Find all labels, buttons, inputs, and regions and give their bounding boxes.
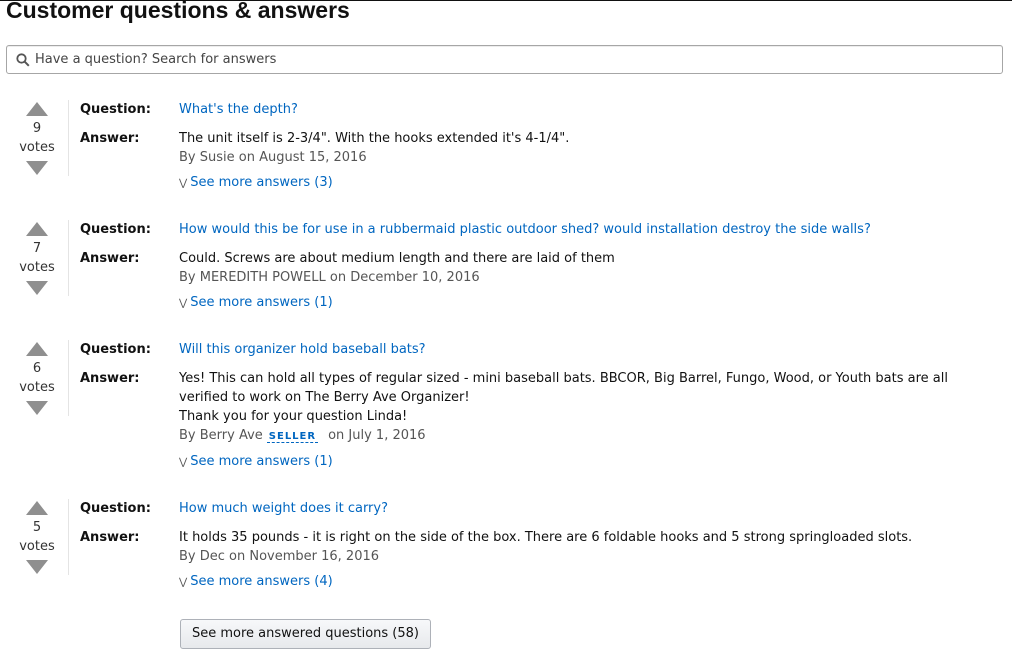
question-label: Question: — [80, 102, 151, 117]
question-link[interactable]: How much weight does it carry? — [179, 501, 388, 516]
downvote-triangle-icon[interactable] — [26, 281, 48, 295]
answer-byline: By Berry Ave SELLER on July 1, 2016 — [179, 428, 426, 443]
answer-date: on July 1, 2016 — [328, 428, 426, 443]
answer-line: The unit itself is 2-3/4". With the hook… — [179, 131, 570, 146]
chevron-down-icon: ⋁ — [179, 457, 188, 468]
author: By Susie — [179, 150, 235, 165]
see-more-answers-link[interactable]: ⋁ See more answers (4) — [179, 574, 333, 589]
see-more-answers-link[interactable]: ⋁ See more answers (3) — [179, 175, 333, 190]
vote-divider — [68, 340, 69, 416]
answer-line: Could. Screws are about medium length an… — [179, 251, 615, 266]
see-more-answers-link[interactable]: ⋁ See more answers (1) — [179, 454, 333, 469]
chevron-down-icon: ⋁ — [179, 178, 188, 189]
question-link[interactable]: How would this be for use in a rubbermai… — [179, 222, 871, 237]
answer-line: Thank you for your question Linda! — [179, 409, 408, 424]
answer-label: Answer: — [80, 251, 140, 266]
see-more-label: See more answers (4) — [190, 574, 333, 589]
answer-line: verified to work on The Berry Ave Organi… — [179, 390, 470, 405]
answer-label: Answer: — [80, 131, 140, 146]
answer-label: Answer: — [80, 530, 140, 545]
see-more-answered-questions-button[interactable]: See more answered questions (58) — [180, 619, 431, 649]
votes-label: votes — [19, 380, 55, 395]
page-title: Customer questions & answers — [6, 0, 350, 23]
votes-label: votes — [19, 140, 55, 155]
upvote-triangle-icon[interactable] — [26, 102, 48, 116]
vote-count: 6 — [32, 361, 42, 376]
answer-line: It holds 35 pounds - it is right on the … — [179, 530, 913, 545]
answer-date: on December 10, 2016 — [325, 270, 480, 285]
question-link[interactable]: Will this organizer hold baseball bats? — [179, 342, 426, 357]
question-label: Question: — [80, 342, 151, 357]
search-input[interactable]: Have a question? Search for answers — [6, 45, 1003, 74]
chevron-down-icon: ⋁ — [179, 577, 188, 588]
answer-date: on August 15, 2016 — [234, 150, 367, 165]
author: By MEREDITH POWELL — [179, 270, 326, 285]
see-more-label: See more answers (1) — [190, 295, 333, 310]
vote-count: 7 — [32, 241, 42, 256]
downvote-triangle-icon[interactable] — [26, 161, 48, 175]
answer-text: Could. Screws are about medium length an… — [179, 249, 979, 268]
see-more-label: See more answers (1) — [190, 454, 333, 469]
answer-byline: By Dec on November 16, 2016 — [179, 549, 379, 564]
seller-badge: SELLER — [266, 431, 319, 443]
answer-line: Yes! This can hold all types of regular … — [179, 371, 948, 386]
question-label: Question: — [80, 222, 151, 237]
question-label: Question: — [80, 501, 151, 516]
see-more-label: See more answers (3) — [190, 175, 333, 190]
chevron-down-icon: ⋁ — [179, 298, 188, 309]
vote-divider — [68, 100, 69, 176]
answer-text: The unit itself is 2-3/4". With the hook… — [179, 129, 979, 148]
upvote-triangle-icon[interactable] — [26, 501, 48, 515]
votes-label: votes — [19, 260, 55, 275]
search-placeholder: Have a question? Search for answers — [35, 52, 277, 67]
question-link[interactable]: What's the depth? — [179, 102, 298, 117]
votes-label: votes — [19, 539, 55, 554]
answer-text: Yes! This can hold all types of regular … — [179, 369, 979, 426]
upvote-triangle-icon[interactable] — [26, 222, 48, 236]
answer-byline: By Susie on August 15, 2016 — [179, 150, 367, 165]
answer-text: It holds 35 pounds - it is right on the … — [179, 528, 979, 547]
answer-label: Answer: — [80, 371, 140, 386]
vote-count: 5 — [32, 520, 42, 535]
downvote-triangle-icon[interactable] — [26, 401, 48, 415]
vote-divider — [68, 499, 69, 575]
downvote-triangle-icon[interactable] — [26, 560, 48, 574]
search-icon — [16, 53, 30, 67]
answer-byline: By MEREDITH POWELL on December 10, 2016 — [179, 270, 480, 285]
upvote-triangle-icon[interactable] — [26, 342, 48, 356]
author: By Berry Ave — [179, 428, 263, 443]
vote-divider — [68, 220, 69, 296]
answer-date: on November 16, 2016 — [224, 549, 380, 564]
see-more-answers-link[interactable]: ⋁ See more answers (1) — [179, 295, 333, 310]
author: By Dec — [179, 549, 225, 564]
vote-count: 9 — [32, 121, 42, 136]
